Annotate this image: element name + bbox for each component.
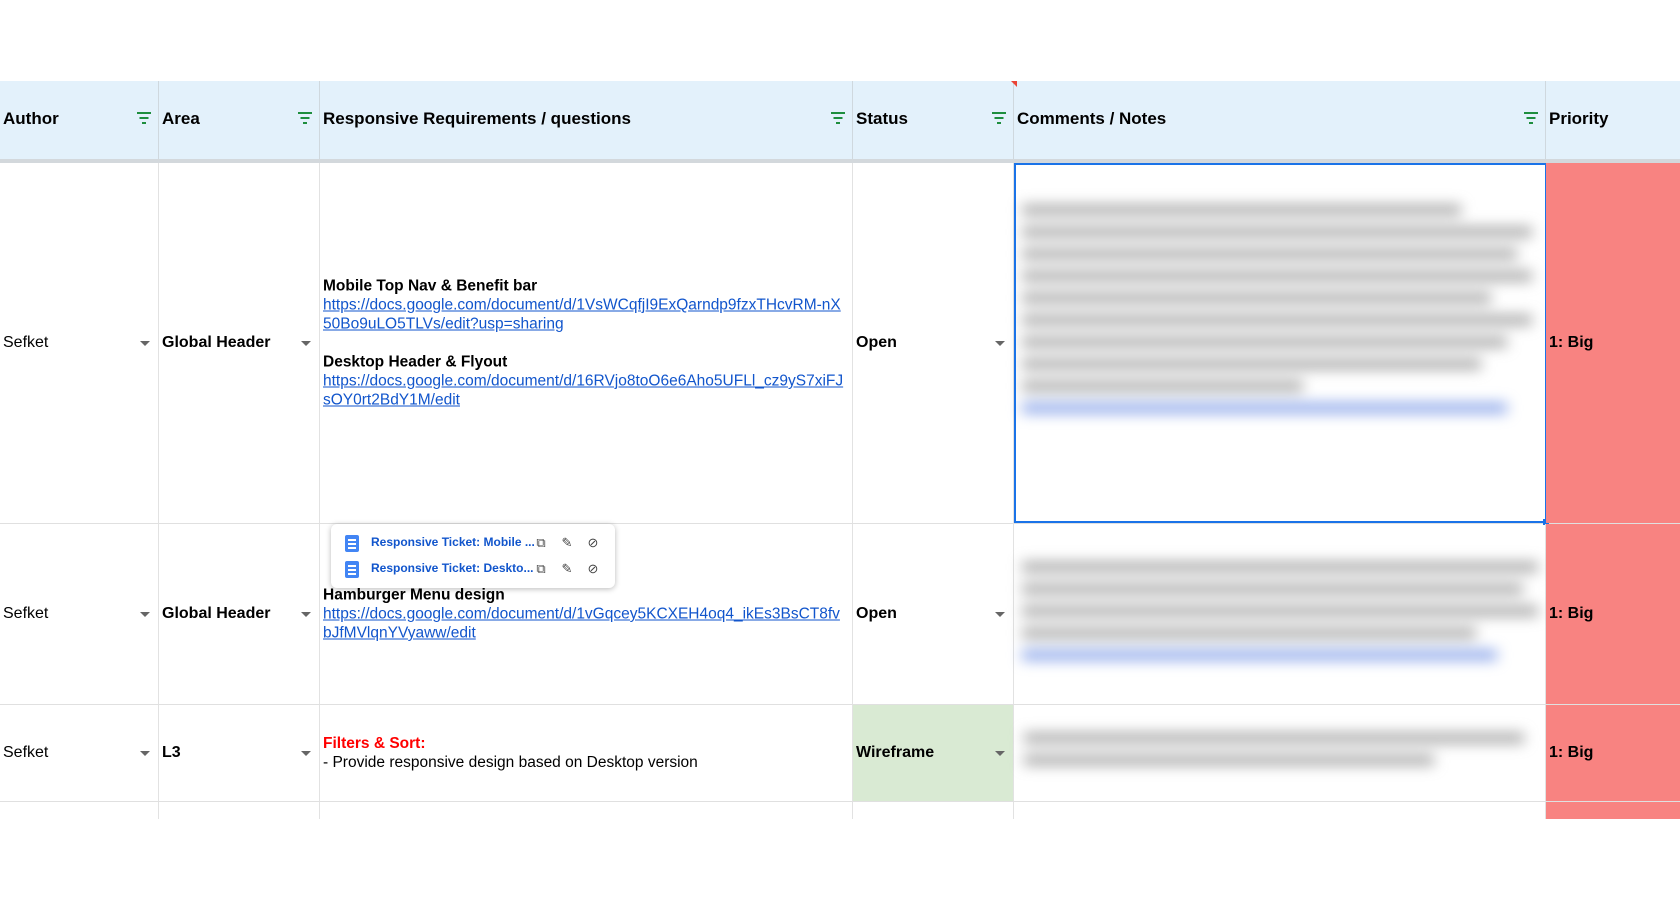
priority-value: 1: Big bbox=[1549, 605, 1594, 622]
dropdown-arrow-icon[interactable] bbox=[995, 612, 1005, 617]
requirement-text: - Provide responsive design based on Des… bbox=[323, 754, 698, 771]
author-cell[interactable]: Sefket bbox=[0, 524, 159, 704]
notes-cell[interactable] bbox=[1014, 163, 1549, 525]
table-row bbox=[0, 802, 1680, 819]
author-cell[interactable] bbox=[0, 802, 159, 819]
dropdown-arrow-icon[interactable] bbox=[140, 341, 150, 346]
author-cell[interactable]: Sefket bbox=[0, 705, 159, 801]
requirements-cell[interactable]: Mobile Top Nav & Benefit bar https://doc… bbox=[320, 163, 853, 523]
priority-cell[interactable]: 1: Big bbox=[1546, 163, 1680, 523]
status-cell[interactable] bbox=[853, 802, 1014, 819]
link-chip[interactable]: Responsive Ticket: Mobile ... ⧉ ✎ ⊘ bbox=[345, 532, 605, 554]
dropdown-arrow-icon[interactable] bbox=[140, 612, 150, 617]
area-cell[interactable]: Global Header bbox=[159, 524, 320, 704]
dropdown-arrow-icon[interactable] bbox=[301, 612, 311, 617]
requirement-title: Hamburger Menu design bbox=[323, 586, 505, 604]
filter-icon[interactable] bbox=[297, 112, 313, 126]
header-author-label: Author bbox=[3, 109, 59, 128]
requirements-cell[interactable]: Filters & Sort: - Provide responsive des… bbox=[320, 705, 853, 801]
author-value: Sefket bbox=[3, 605, 49, 622]
status-cell[interactable]: Open bbox=[853, 524, 1014, 704]
dropdown-arrow-icon[interactable] bbox=[301, 751, 311, 756]
author-value: Sefket bbox=[3, 744, 49, 761]
header-requirements-label: Responsive Requirements / questions bbox=[323, 109, 631, 128]
status-value: Open bbox=[856, 605, 897, 622]
header-requirements[interactable]: Responsive Requirements / questions bbox=[320, 81, 853, 159]
area-value: L3 bbox=[162, 744, 181, 761]
cell-selection bbox=[1014, 163, 1549, 525]
google-doc-icon bbox=[345, 561, 359, 578]
unlink-icon[interactable]: ⊘ bbox=[583, 559, 603, 579]
status-value: Wireframe bbox=[856, 744, 935, 761]
requirement-link[interactable]: https://docs.google.com/document/d/16RVj… bbox=[323, 372, 846, 410]
author-cell[interactable]: Sefket bbox=[0, 163, 159, 523]
table-row: Sefket Global Header Hamburger Menu desi… bbox=[0, 524, 1680, 705]
header-status[interactable]: Status bbox=[853, 81, 1017, 159]
dropdown-arrow-icon[interactable] bbox=[140, 751, 150, 756]
area-cell[interactable]: L3 bbox=[159, 705, 320, 801]
filter-icon[interactable] bbox=[830, 112, 846, 126]
header-author[interactable]: Author bbox=[0, 81, 159, 159]
notes-cell[interactable] bbox=[1014, 802, 1546, 819]
header-notes[interactable]: Comments / Notes bbox=[1014, 81, 1546, 159]
status-value: Open bbox=[856, 334, 897, 351]
unlink-icon[interactable]: ⊘ bbox=[583, 533, 603, 553]
header-notes-label: Comments / Notes bbox=[1017, 109, 1167, 128]
priority-value: 1: Big bbox=[1549, 334, 1594, 351]
area-cell[interactable]: Global Header bbox=[159, 163, 320, 523]
dropdown-arrow-icon[interactable] bbox=[995, 341, 1005, 346]
author-value: Sefket bbox=[3, 334, 49, 351]
google-doc-icon bbox=[345, 535, 359, 552]
table-row: Sefket L3 Filters & Sort: - Provide resp… bbox=[0, 705, 1680, 802]
redacted-notes bbox=[1024, 733, 1524, 777]
copy-icon[interactable]: ⧉ bbox=[531, 559, 551, 579]
notes-cell[interactable] bbox=[1014, 524, 1546, 704]
filter-icon[interactable] bbox=[991, 112, 1007, 126]
requirement-title: Filters & Sort: bbox=[323, 735, 426, 752]
header-area[interactable]: Area bbox=[159, 81, 320, 159]
area-cell[interactable] bbox=[159, 802, 320, 819]
requirement-title: Desktop Header & Flyout bbox=[323, 353, 508, 371]
area-value: Global Header bbox=[162, 605, 271, 622]
requirement-title: Mobile Top Nav & Benefit bar bbox=[323, 277, 538, 295]
priority-cell[interactable]: 1: Big bbox=[1546, 524, 1680, 704]
link-preview-popup: Responsive Ticket: Mobile ... ⧉ ✎ ⊘ Resp… bbox=[331, 524, 615, 588]
header-status-label: Status bbox=[856, 109, 908, 128]
area-value: Global Header bbox=[162, 334, 271, 351]
priority-cell[interactable]: 1: Big bbox=[1546, 705, 1680, 801]
header-priority[interactable]: Priority bbox=[1546, 81, 1680, 159]
dropdown-arrow-icon[interactable] bbox=[301, 341, 311, 346]
filter-icon[interactable] bbox=[1523, 112, 1539, 126]
edit-icon[interactable]: ✎ bbox=[557, 533, 577, 553]
status-cell[interactable]: Open bbox=[853, 163, 1014, 523]
requirements-cell[interactable] bbox=[320, 802, 853, 819]
copy-icon[interactable]: ⧉ bbox=[531, 533, 551, 553]
link-chip[interactable]: Responsive Ticket: Deskto... ⧉ ✎ ⊘ bbox=[345, 558, 605, 580]
redacted-notes bbox=[1022, 562, 1538, 672]
priority-value: 1: Big bbox=[1549, 744, 1594, 761]
dropdown-arrow-icon[interactable] bbox=[995, 751, 1005, 756]
link-chip-title[interactable]: Responsive Ticket: Mobile ... bbox=[371, 535, 535, 549]
header-priority-label: Priority bbox=[1549, 109, 1609, 128]
spreadsheet-grid: Author Area Responsive Requirements / qu… bbox=[0, 81, 1680, 819]
edit-icon[interactable]: ✎ bbox=[557, 559, 577, 579]
requirement-link[interactable]: https://docs.google.com/document/d/1vGqc… bbox=[323, 605, 846, 643]
header-area-label: Area bbox=[162, 109, 200, 128]
requirement-link[interactable]: https://docs.google.com/document/d/1VsWC… bbox=[323, 296, 846, 334]
notes-cell[interactable] bbox=[1014, 705, 1546, 801]
header-row: Author Area Responsive Requirements / qu… bbox=[0, 81, 1680, 163]
table-row: Sefket Global Header Mobile Top Nav & Be… bbox=[0, 163, 1680, 525]
link-chip-title[interactable]: Responsive Ticket: Deskto... bbox=[371, 561, 534, 575]
priority-cell[interactable] bbox=[1546, 802, 1680, 819]
filter-icon[interactable] bbox=[136, 112, 152, 126]
status-cell[interactable]: Wireframe bbox=[853, 705, 1014, 801]
